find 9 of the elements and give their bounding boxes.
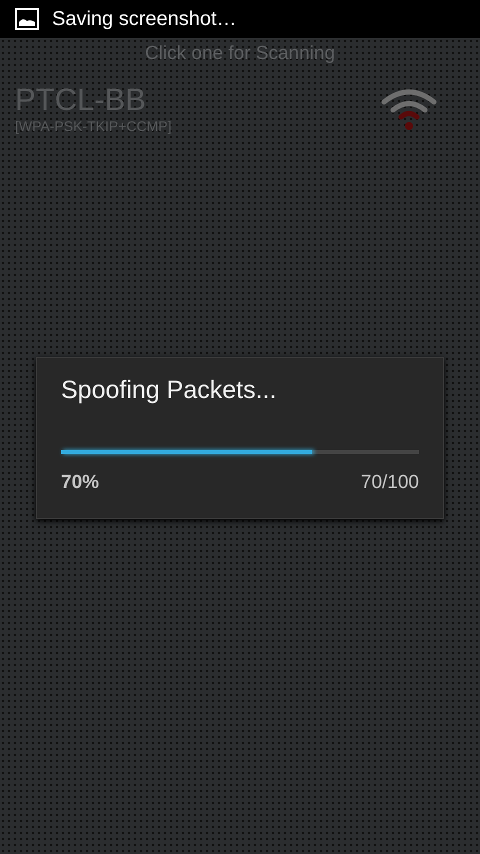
notification-text: Saving screenshot… [52, 8, 237, 30]
dialog-title: Spoofing Packets... [61, 375, 278, 406]
wifi-icon [380, 88, 438, 132]
progress-percent: 70% [61, 472, 100, 494]
network-name[interactable]: PTCL-BB [15, 82, 172, 118]
image-icon [15, 8, 39, 30]
network-security: [WPA-PSK-TKIP+CCMP] [15, 118, 172, 134]
progress-count: 70/100 [360, 472, 419, 494]
scan-hint: Click one for Scanning [144, 42, 336, 66]
